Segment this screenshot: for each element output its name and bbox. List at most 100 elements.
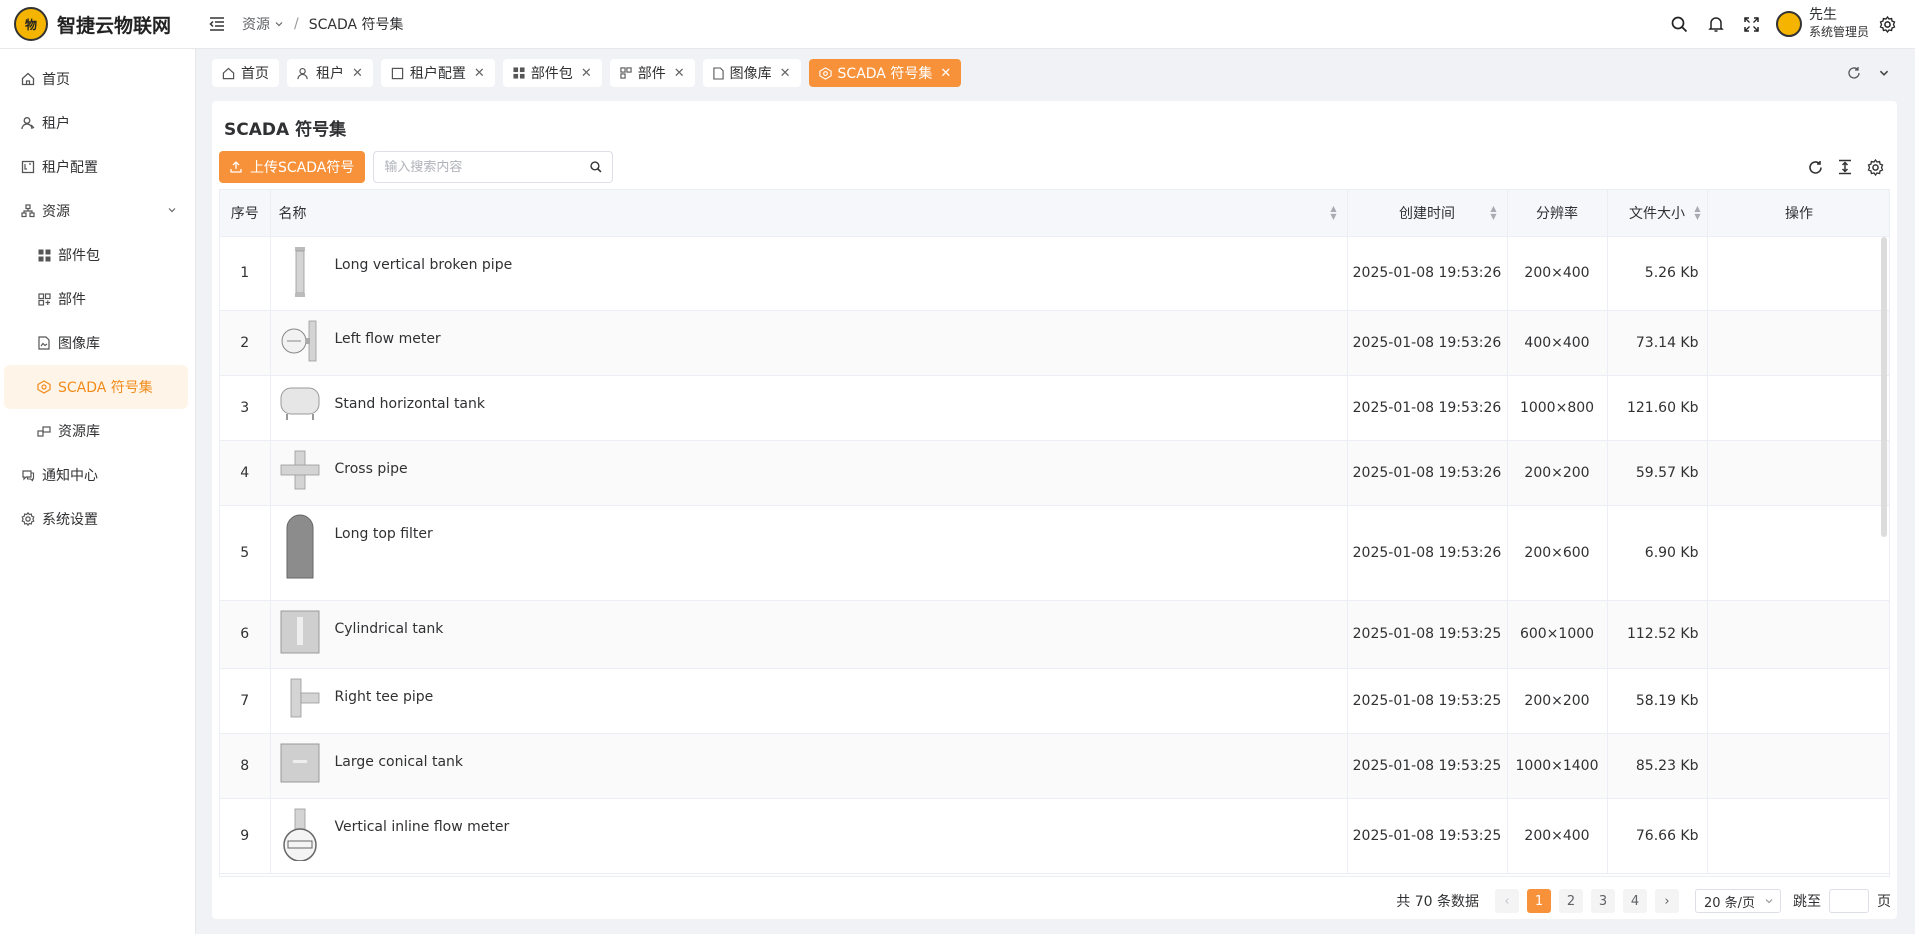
jump-page-input[interactable] — [1829, 889, 1869, 913]
sort-icon[interactable]: ▲ ▼ — [1330, 205, 1336, 221]
header-name[interactable]: 名称 ▲ ▼ — [270, 190, 1348, 237]
row-resolution: 200×400 — [1507, 236, 1608, 311]
page-button[interactable]: 2 — [1559, 889, 1583, 913]
page-button[interactable]: 1 — [1527, 889, 1551, 913]
sidebar-item-tenant[interactable]: 租户 — [0, 101, 195, 145]
user-menu[interactable]: 先生 系统管理员 — [1775, 7, 1869, 41]
header-name-label: 名称 — [278, 205, 307, 222]
table-scrollbar[interactable] — [1881, 237, 1887, 537]
header-size[interactable]: 文件大小 ▲ ▼ — [1607, 190, 1708, 237]
row-actions — [1707, 505, 1889, 601]
sidebar-item-notifications[interactable]: 通知中心 — [0, 453, 195, 497]
header-created[interactable]: 创建时间 ▲ ▼ — [1347, 190, 1508, 237]
refresh-icon[interactable] — [1839, 55, 1869, 91]
table-row[interactable]: 5 Long top filter 2025-01-08 19:53:26 20… — [220, 505, 1889, 601]
tab-label: 部件包 — [530, 66, 573, 82]
sort-icon[interactable]: ▲ ▼ — [1490, 205, 1496, 221]
sidebar-item-home[interactable]: 首页 — [0, 57, 195, 101]
sidebar-item-component-package[interactable]: 部件包 — [0, 233, 195, 277]
prev-page-button[interactable]: ‹ — [1495, 889, 1519, 913]
tab-component-package[interactable]: 部件包 ✕ — [502, 59, 602, 87]
row-name: Cylindrical tank — [334, 620, 444, 637]
close-icon[interactable]: ✕ — [352, 66, 363, 81]
table-row[interactable]: 6 Cylindrical tank 2025-01-08 19:53:25 6… — [220, 600, 1889, 669]
sidebar-item-label: 资源 — [42, 204, 70, 220]
close-icon[interactable]: ✕ — [940, 66, 951, 81]
grid-icon — [36, 247, 52, 263]
breadcrumb-parent[interactable]: 资源 — [242, 14, 270, 34]
row-size: 5.26 Kb — [1607, 236, 1708, 311]
table-row[interactable]: 4 Cross pipe 2025-01-08 19:53:26 200×200… — [220, 440, 1889, 506]
row-name: Vertical inline flow meter — [334, 818, 510, 835]
row-actions — [1707, 733, 1889, 799]
close-icon[interactable]: ✕ — [780, 66, 791, 81]
tab-label: 图像库 — [729, 66, 772, 82]
row-created: 2025-01-08 19:53:25 — [1347, 798, 1508, 874]
close-icon[interactable]: ✕ — [581, 66, 592, 81]
page-button[interactable]: 3 — [1591, 889, 1615, 913]
image-file-icon — [36, 335, 52, 351]
chevron-down-icon — [167, 203, 177, 219]
table-row[interactable]: 3 Stand horizontal tank 2025-01-08 19:53… — [220, 375, 1889, 441]
table-row[interactable]: 1 Long vertical broken pipe 2025-01-08 1… — [220, 236, 1889, 311]
tab-scada-symbols[interactable]: SCADA 符号集 ✕ — [808, 59, 962, 87]
table-row[interactable]: 2 Left flow meter 2025-01-08 19:53:26 40… — [220, 310, 1889, 376]
page-size-select[interactable]: 20 条/页 — [1695, 889, 1781, 913]
sidebar-item-label: 资源库 — [58, 424, 100, 440]
user-role: 系统管理员 — [1808, 25, 1869, 39]
chevron-down-icon[interactable] — [274, 19, 284, 29]
sidebar-item-tenant-config[interactable]: 租户配置 — [0, 145, 195, 189]
refresh-icon[interactable] — [1800, 152, 1830, 182]
tabs-bar: 首页 租户 ✕ 租户配置 ✕ 部件包 ✕ 部件 ✕ 图像库 ✕ SCADA 符号… — [196, 49, 1915, 97]
table-settings-gear-icon[interactable] — [1860, 152, 1890, 182]
table-row[interactable]: 8 Large conical tank 2025-01-08 19:53:25… — [220, 733, 1889, 799]
tab-tenant[interactable]: 租户 ✕ — [287, 59, 373, 87]
row-size: 121.60 Kb — [1607, 375, 1708, 441]
search-input[interactable] — [384, 159, 591, 175]
chevron-down-icon[interactable] — [1869, 55, 1899, 91]
row-created: 2025-01-08 19:53:25 — [1347, 600, 1508, 669]
sidebar-item-image-library[interactable]: 图像库 — [0, 321, 195, 365]
sidebar-item-system-settings[interactable]: 系统设置 — [0, 497, 195, 541]
search-icon[interactable] — [1662, 6, 1698, 42]
breadcrumb-separator: / — [294, 16, 299, 32]
table-row[interactable]: 9 Vertical inline flow meter 2025-01-08 … — [220, 798, 1889, 874]
tab-home[interactable]: 首页 — [212, 59, 279, 87]
sidebar-item-resource-library[interactable]: 资源库 — [0, 409, 195, 453]
gear-icon — [20, 511, 36, 527]
sidebar-item-label: 部件 — [58, 292, 86, 308]
filter-thumbnail-icon — [279, 514, 321, 580]
upload-scada-button[interactable]: 上传SCADA符号 — [219, 151, 366, 183]
sidebar-item-resource[interactable]: 资源 — [0, 189, 195, 233]
sidebar-item-scada-symbols[interactable]: SCADA 符号集 — [4, 365, 188, 409]
row-size: 112.52 Kb — [1607, 600, 1708, 669]
page-suffix: 页 — [1877, 894, 1891, 910]
row-resolution: 200×400 — [1507, 798, 1608, 874]
component-icon — [620, 67, 632, 79]
bell-icon[interactable] — [1698, 6, 1734, 42]
row-size: 59.57 Kb — [1607, 440, 1708, 506]
close-icon[interactable]: ✕ — [474, 66, 485, 81]
row-name: Long vertical broken pipe — [334, 256, 513, 273]
page-jump: 跳至 页 — [1793, 889, 1891, 913]
sort-icon[interactable]: ▲ ▼ — [1694, 205, 1700, 221]
tenant-config-icon — [20, 159, 36, 175]
next-page-button[interactable]: › — [1655, 889, 1679, 913]
tab-image-library[interactable]: 图像库 ✕ — [702, 59, 801, 87]
logo[interactable]: 物 智捷云物联网 — [0, 7, 196, 41]
sidebar-item-component[interactable]: 部件 — [0, 277, 195, 321]
top-header: 物 智捷云物联网 资源 / SCADA 符号集 先生 系统管理员 — [0, 0, 1915, 49]
fullscreen-icon[interactable] — [1734, 6, 1770, 42]
row-created: 2025-01-08 19:53:25 — [1347, 733, 1508, 799]
page-button[interactable]: 4 — [1623, 889, 1647, 913]
column-height-icon[interactable] — [1830, 152, 1860, 182]
settings-gear-icon[interactable] — [1869, 6, 1905, 42]
collapse-menu-icon[interactable] — [206, 13, 228, 35]
row-actions — [1707, 600, 1889, 669]
tab-tenant-config[interactable]: 租户配置 ✕ — [380, 59, 495, 87]
close-icon[interactable]: ✕ — [674, 66, 685, 81]
tab-component[interactable]: 部件 ✕ — [609, 59, 695, 87]
search-icon[interactable] — [590, 161, 602, 173]
table-row[interactable]: 7 Right tee pipe 2025-01-08 19:53:25 200… — [220, 668, 1889, 734]
row-size: 73.14 Kb — [1607, 310, 1708, 376]
